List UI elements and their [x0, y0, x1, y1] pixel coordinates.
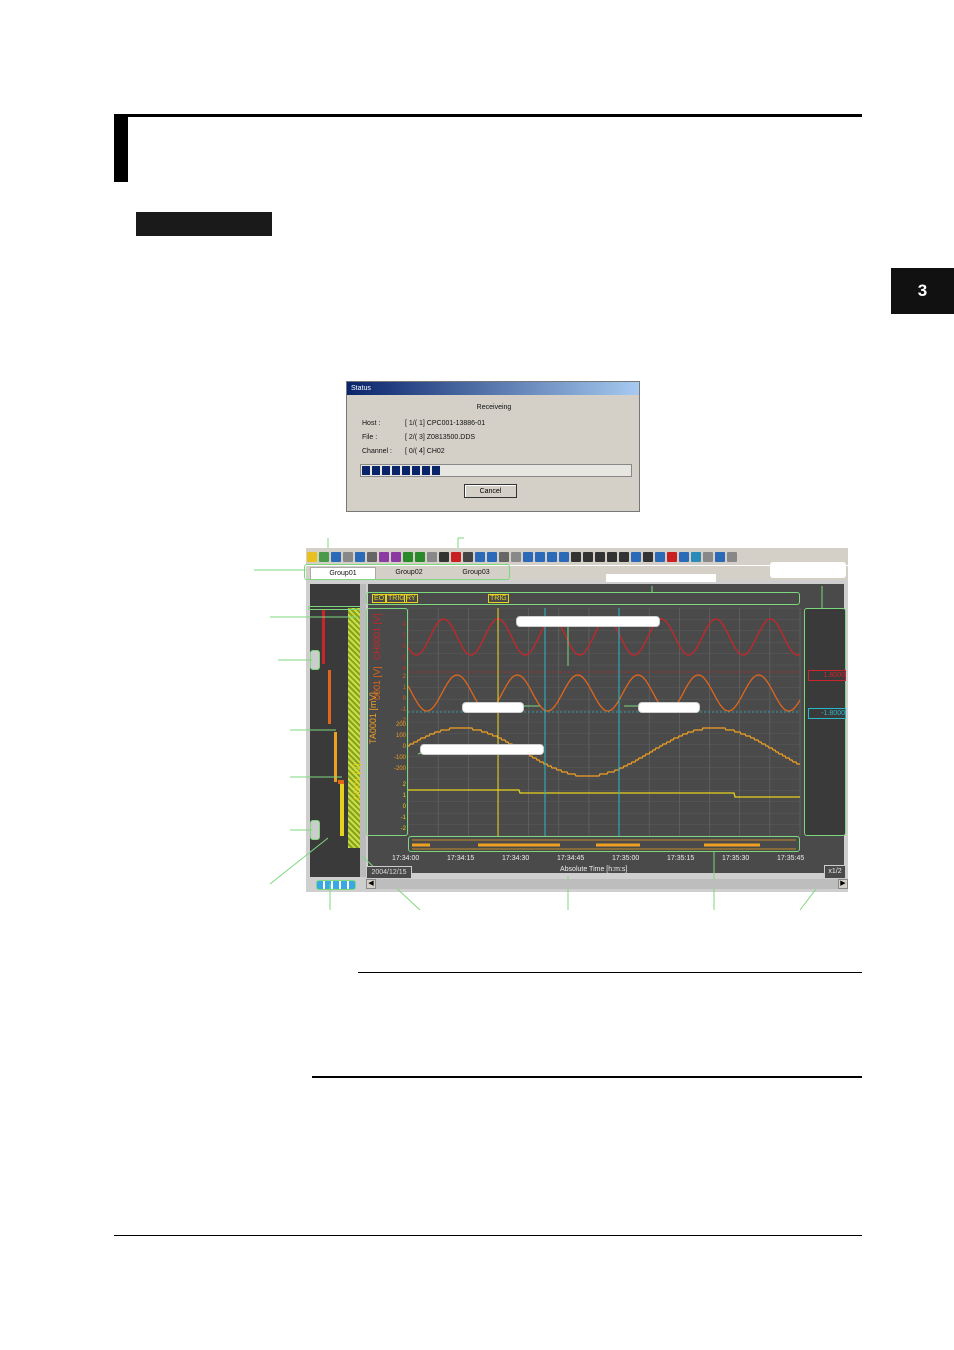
- y-tick-label: 1: [402, 793, 406, 799]
- y-tick-label: 100: [395, 733, 406, 739]
- y-tick-label: 1: [402, 685, 406, 691]
- cursor-b-callout: [638, 702, 700, 713]
- value-pane: [804, 608, 846, 836]
- y-tick-label: -2: [400, 826, 406, 832]
- y-tick-label: -2: [400, 655, 406, 661]
- waveform-callout: [516, 616, 660, 627]
- trace-callout: [420, 744, 544, 755]
- x-axis-label: Absolute Time [h:m:s]: [560, 866, 628, 873]
- y-tick-label: 2: [402, 633, 406, 639]
- plot-grid: [407, 607, 801, 837]
- note-rule-bottom: [312, 1076, 862, 1078]
- event-mark-ry: RY: [404, 594, 418, 603]
- scroll-right-icon[interactable]: ▶: [838, 879, 848, 889]
- y-tick-label: 2: [402, 674, 406, 680]
- y-tick-label: 2: [402, 782, 406, 788]
- x-tick-label: 17:34:45: [557, 855, 585, 862]
- x-tick-label: 17:34:30: [502, 855, 530, 862]
- y-tick-label: 200: [395, 722, 406, 728]
- value-pane-header: [770, 562, 846, 578]
- x-tick-label: 17:35:00: [612, 855, 640, 862]
- y-tick-label: 0: [402, 696, 406, 702]
- event-mark-row: [366, 592, 800, 605]
- y-tick-label: 0: [402, 644, 406, 650]
- value-upper: 1.8000: [808, 670, 846, 681]
- x-tick-label: 17:35:30: [722, 855, 750, 862]
- channel-label-0001: 0001 [V]: [372, 666, 382, 700]
- trace-ch01: [408, 789, 800, 798]
- note-rule-top: [358, 972, 862, 973]
- event-mark-trig2: TRIG: [488, 594, 509, 603]
- event-mark-eo: EO: [372, 594, 387, 603]
- x-tick-label: 17:34:00: [392, 855, 420, 862]
- x-tick-label: 17:34:15: [447, 855, 475, 862]
- y-tick-label: -1: [400, 707, 406, 713]
- event-strip: [408, 836, 800, 852]
- horizontal-scrollbar[interactable]: ◀ ▶: [366, 879, 848, 889]
- y-tick-label: -200: [393, 766, 406, 772]
- zoom-indicator[interactable]: x1/2: [824, 865, 846, 879]
- y-tick-label: 0: [402, 804, 406, 810]
- channel-label-ch01: CH01 [V]: [352, 763, 362, 800]
- y-tick-label: -100: [393, 755, 406, 761]
- y-tick-label: 4: [402, 622, 406, 628]
- footer-rule: [114, 1235, 862, 1236]
- callout-leader: [269, 837, 329, 885]
- scroll-left-icon[interactable]: ◀: [366, 879, 376, 889]
- header-callout: [606, 574, 716, 582]
- y-tick-label: -1: [400, 815, 406, 821]
- date-field: 2004/12/15: [366, 866, 412, 879]
- y-tick-label: -4: [400, 666, 406, 672]
- y-tick-label: 0: [402, 744, 406, 750]
- x-tick-label: 17:35:45: [777, 855, 805, 862]
- channel-label-ch0001: CH0001 [V]: [372, 613, 382, 660]
- value-lower: -1.8000: [808, 708, 846, 719]
- x-tick-label: 17:35:15: [667, 855, 695, 862]
- cursor-a-callout: [462, 702, 524, 713]
